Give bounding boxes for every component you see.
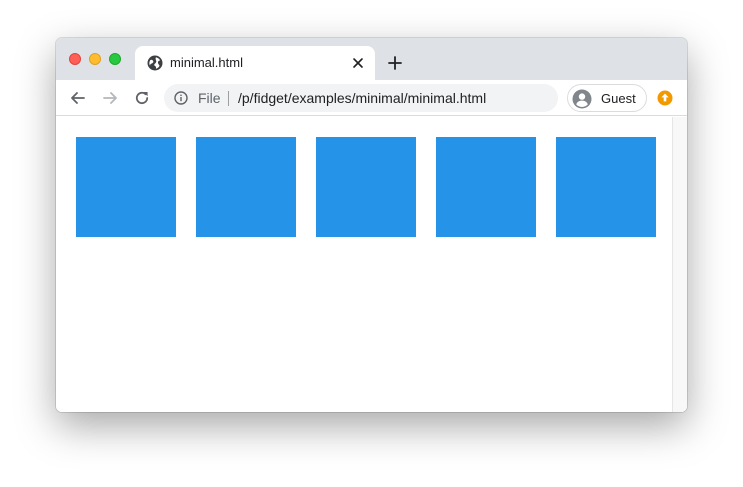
info-icon[interactable]	[174, 91, 188, 105]
blue-square	[316, 137, 416, 237]
close-icon[interactable]	[351, 56, 365, 70]
person-icon	[572, 89, 592, 109]
url-text[interactable]: /p/fidget/examples/minimal/minimal.html	[238, 90, 486, 106]
blue-square	[76, 137, 176, 237]
toolbar: File /p/fidget/examples/minimal/minimal.…	[56, 80, 687, 116]
scheme-label: File	[198, 90, 221, 106]
reload-icon[interactable]	[133, 89, 151, 107]
back-arrow-icon[interactable]	[69, 89, 87, 107]
window-minimize-button[interactable]	[89, 53, 101, 65]
profile-button[interactable]: Guest	[567, 84, 647, 112]
window-close-button[interactable]	[69, 53, 81, 65]
plus-icon[interactable]	[387, 55, 403, 71]
omnibox[interactable]: File /p/fidget/examples/minimal/minimal.…	[164, 84, 558, 112]
omnibox-divider	[228, 91, 229, 106]
profile-label: Guest	[601, 91, 636, 106]
page-viewport	[56, 117, 687, 412]
tab-strip: minimal.html	[56, 38, 687, 80]
blue-square	[556, 137, 656, 237]
browser-window: minimal.html File /p/fidget/examples/min…	[56, 38, 687, 412]
globe-icon	[147, 55, 163, 71]
vertical-scrollbar[interactable]	[672, 117, 687, 412]
blue-square	[436, 137, 536, 237]
tab-minimal-html[interactable]: minimal.html	[135, 46, 375, 80]
window-maximize-button[interactable]	[109, 53, 121, 65]
update-icon[interactable]	[657, 90, 673, 106]
blue-square	[196, 137, 296, 237]
tab-title: minimal.html	[170, 55, 243, 70]
forward-arrow-icon[interactable]	[101, 89, 119, 107]
